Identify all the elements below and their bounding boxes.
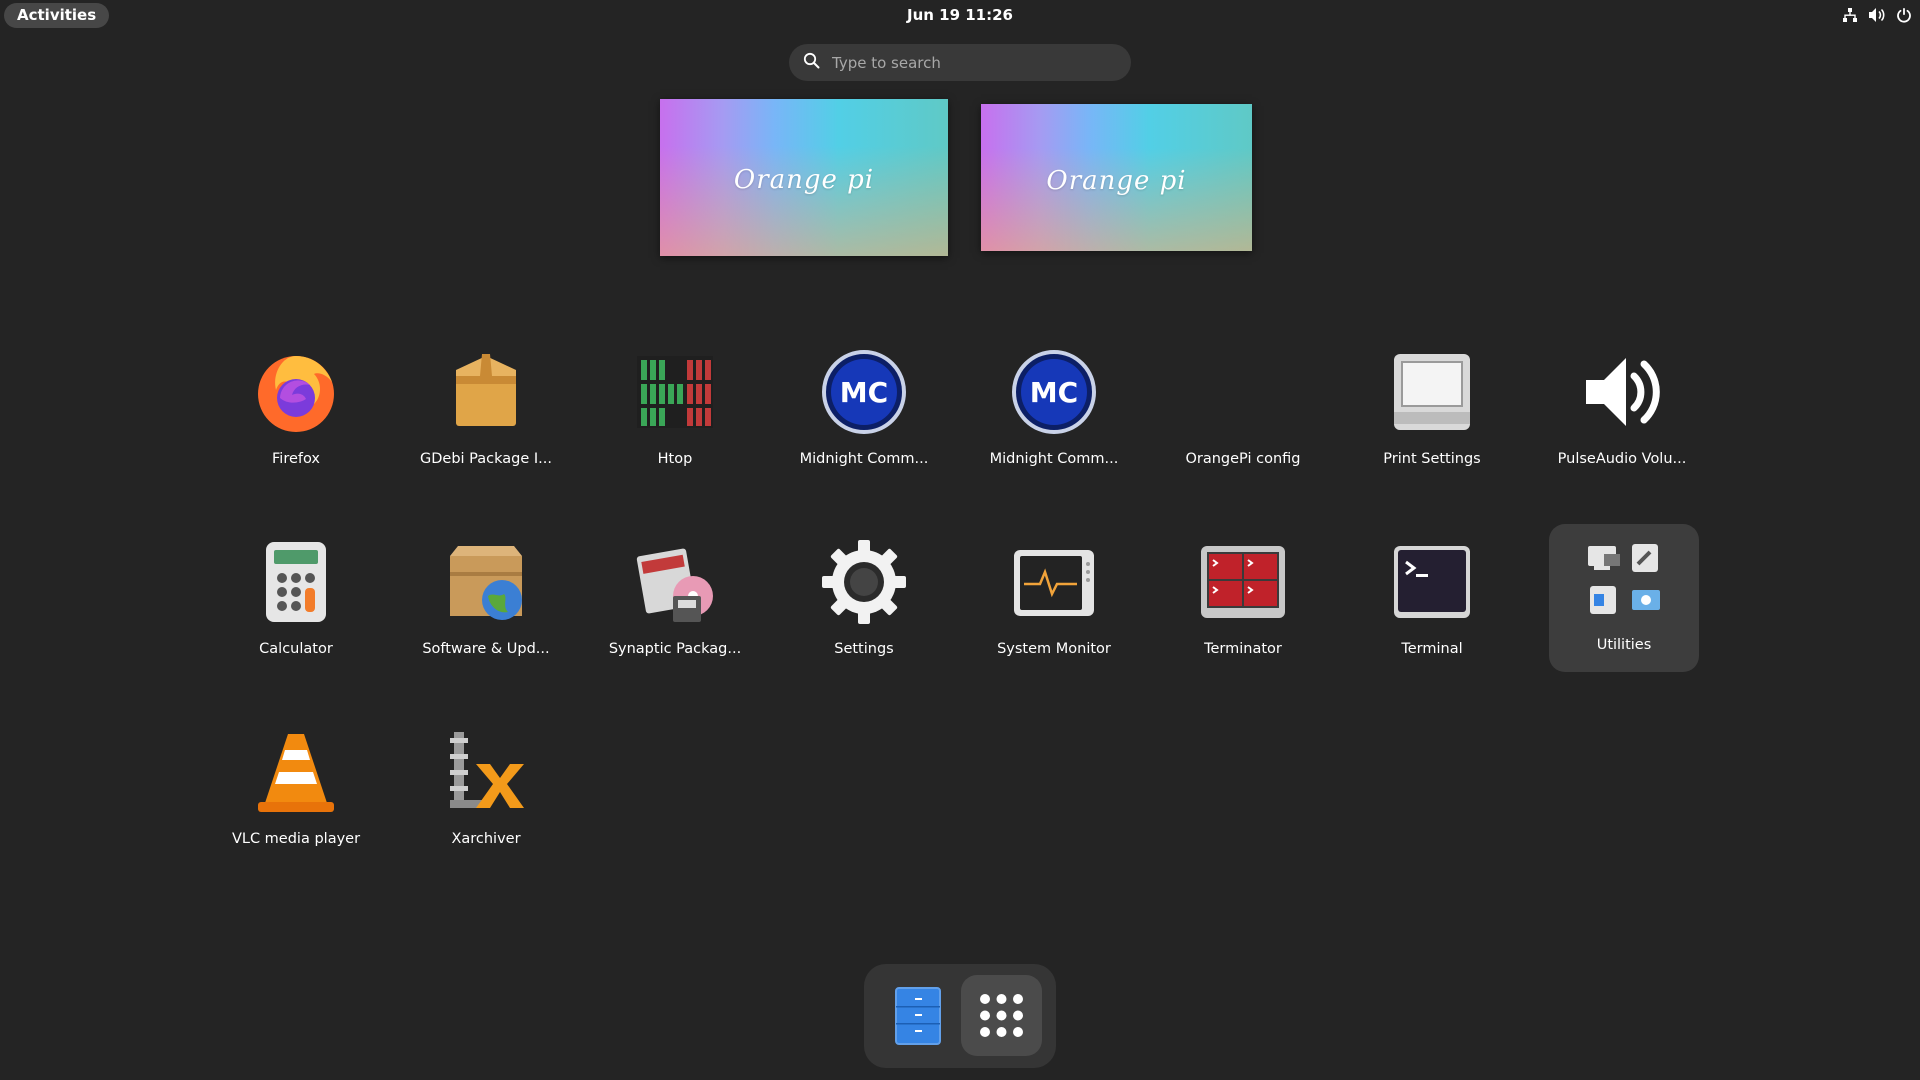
app-calculator[interactable]: Calculator bbox=[221, 528, 371, 676]
app-gdebi[interactable]: GDebi Package I... bbox=[411, 338, 561, 486]
app-label: Settings bbox=[834, 641, 894, 657]
blank-icon bbox=[1199, 348, 1287, 436]
wallpaper-logo: Orange pi bbox=[733, 164, 875, 195]
app-print-settings[interactable]: Print Settings bbox=[1357, 338, 1507, 486]
app-label: OrangePi config bbox=[1185, 451, 1301, 467]
dash bbox=[864, 964, 1056, 1068]
calculator-icon bbox=[266, 542, 326, 622]
show-apps-button[interactable] bbox=[961, 975, 1042, 1056]
app-pulseaudio[interactable]: PulseAudio Volu... bbox=[1547, 338, 1697, 486]
app-software-updates[interactable]: Software & Upd... bbox=[411, 528, 561, 676]
app-label: System Monitor bbox=[997, 641, 1111, 657]
midnight-commander-icon: MC bbox=[822, 350, 906, 434]
app-midnight-commander[interactable]: MC Midnight Comm... bbox=[789, 338, 939, 486]
activities-button[interactable]: Activities bbox=[4, 3, 110, 28]
app-label: Htop bbox=[657, 451, 693, 467]
synaptic-icon bbox=[636, 548, 713, 622]
app-label: Terminal bbox=[1401, 641, 1463, 657]
app-label: Midnight Comm... bbox=[989, 451, 1119, 467]
volume-icon[interactable] bbox=[1868, 7, 1886, 23]
top-bar: Activities Jun 19 11:26 bbox=[0, 0, 1920, 32]
system-tray[interactable] bbox=[1842, 7, 1912, 23]
app-synaptic[interactable]: Synaptic Packag... bbox=[600, 528, 750, 676]
app-label: PulseAudio Volu... bbox=[1557, 451, 1687, 467]
svg-text:MC: MC bbox=[1030, 376, 1078, 409]
app-system-monitor[interactable]: System Monitor bbox=[979, 528, 1129, 676]
app-settings[interactable]: Settings bbox=[789, 528, 939, 676]
search-icon bbox=[803, 52, 820, 73]
search-bar[interactable] bbox=[789, 44, 1131, 81]
app-terminator[interactable]: Terminator bbox=[1168, 528, 1318, 676]
gear-icon bbox=[822, 540, 906, 624]
app-label: Software & Upd... bbox=[422, 641, 550, 657]
app-orangepi-config[interactable]: OrangePi config bbox=[1168, 338, 1318, 486]
app-label: GDebi Package I... bbox=[420, 451, 552, 467]
app-terminal[interactable]: Terminal bbox=[1357, 528, 1507, 676]
vlc-cone-icon bbox=[258, 734, 334, 812]
htop-icon bbox=[637, 356, 713, 428]
speaker-icon bbox=[1586, 358, 1660, 426]
app-label: Synaptic Packag... bbox=[608, 641, 742, 657]
workspace-thumbnail[interactable]: Orange pi bbox=[660, 99, 948, 256]
clock: Jun 19 11:26 bbox=[0, 6, 1920, 24]
workspace-thumbnail[interactable]: Orange pi bbox=[981, 104, 1252, 251]
app-label: Midnight Comm... bbox=[799, 451, 929, 467]
svg-text:MC: MC bbox=[840, 376, 888, 409]
xarchiver-icon bbox=[450, 732, 524, 808]
network-icon[interactable] bbox=[1842, 7, 1858, 23]
app-label: Utilities bbox=[1596, 637, 1652, 653]
software-update-icon bbox=[450, 546, 522, 620]
app-label: Terminator bbox=[1204, 641, 1282, 657]
clock-label[interactable]: Jun 19 11:26 bbox=[907, 6, 1013, 24]
app-label: Firefox bbox=[272, 451, 320, 467]
terminator-icon bbox=[1201, 546, 1285, 618]
app-midnight-commander[interactable]: MC Midnight Comm... bbox=[979, 338, 1129, 486]
terminal-icon bbox=[1394, 546, 1470, 618]
app-firefox[interactable]: Firefox bbox=[221, 338, 371, 486]
app-label: Print Settings bbox=[1383, 451, 1481, 467]
search-input[interactable] bbox=[830, 52, 1104, 73]
show-apps-icon bbox=[980, 994, 1023, 1037]
firefox-icon bbox=[258, 356, 334, 432]
power-icon[interactable] bbox=[1896, 7, 1912, 23]
app-label: Xarchiver bbox=[451, 831, 521, 847]
system-monitor-icon bbox=[1014, 550, 1094, 616]
wallpaper-logo: Orange pi bbox=[1046, 165, 1187, 196]
app-htop[interactable]: Htop bbox=[600, 338, 750, 486]
files-icon[interactable] bbox=[894, 986, 942, 1046]
app-vlc[interactable]: VLC media player bbox=[221, 718, 371, 866]
app-label: VLC media player bbox=[231, 831, 361, 847]
utilities-folder-icon bbox=[1588, 544, 1660, 614]
midnight-commander-icon: MC bbox=[1012, 350, 1096, 434]
app-xarchiver[interactable]: Xarchiver bbox=[411, 718, 561, 866]
package-box-icon bbox=[456, 354, 516, 426]
app-label: Calculator bbox=[259, 641, 333, 657]
app-folder-utilities[interactable]: Utilities bbox=[1549, 524, 1699, 672]
printer-icon bbox=[1394, 354, 1470, 430]
